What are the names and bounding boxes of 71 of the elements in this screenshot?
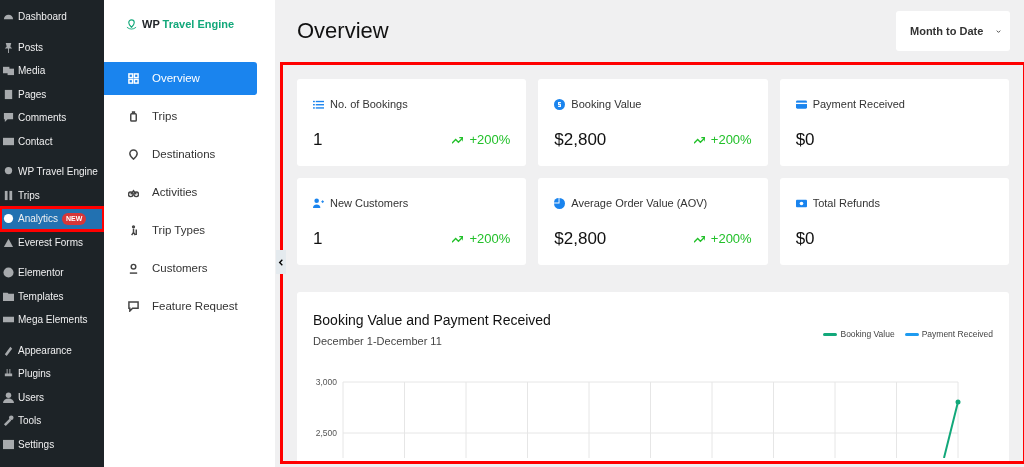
pie-icon: [3, 213, 14, 225]
sidebar-item[interactable]: Contact: [0, 129, 104, 153]
sidebar-item[interactable]: Tools: [0, 409, 104, 433]
nav-item[interactable]: Destinations: [104, 138, 257, 171]
speech-bubble-icon: [3, 112, 14, 124]
stat-label: Booking Value: [571, 97, 642, 112]
nav-item[interactable]: Customers: [104, 252, 257, 285]
sidebar-item[interactable]: Posts: [0, 35, 104, 59]
stat-label: New Customers: [330, 196, 409, 211]
sidebar-item[interactable]: Templates: [0, 284, 104, 308]
nav-item[interactable]: Trips: [104, 100, 257, 133]
trend-value: +200%: [469, 229, 511, 248]
legend-label: Payment Received: [921, 328, 993, 342]
sidebar-item[interactable]: Elementor: [0, 261, 104, 285]
sidebar-item[interactable]: Plugins: [0, 362, 104, 386]
stat-label: Average Order Value (AOV): [571, 196, 708, 211]
location-pin-icon: [128, 149, 139, 160]
nav-item[interactable]: Trip Types: [104, 214, 257, 247]
pie-icon: [554, 197, 566, 209]
chart-subtitle: December 1-December 11: [313, 334, 443, 349]
users-plus-icon: [313, 197, 324, 209]
stat-label: Payment Received: [812, 97, 905, 112]
sidebar-item[interactable]: Trips: [0, 183, 104, 207]
sidebar-item[interactable]: Appearance: [0, 338, 104, 362]
luggage-icon: [128, 111, 139, 122]
sidebar-item[interactable]: Everest Forms: [0, 230, 104, 254]
sidebar-item[interactable]: Media: [0, 59, 104, 83]
sidebar-item[interactable]: Pages: [0, 82, 104, 106]
sidebar-item[interactable]: Dashboard: [0, 5, 104, 29]
stat-value: 1: [313, 227, 323, 250]
nav-item[interactable]: Activities: [104, 176, 257, 209]
y-axis-label: 2,500: [315, 427, 337, 438]
period-dropdown[interactable]: Month to Date: [896, 11, 1010, 51]
logo-text: WP Travel Engine: [142, 16, 235, 32]
nav-item[interactable]: Overview: [104, 62, 257, 95]
sidebar-item[interactable]: WP Travel Engine: [0, 160, 104, 184]
stat-value: $0: [795, 128, 815, 151]
legend-label: Booking Value: [840, 328, 895, 342]
stat-value: $0: [795, 227, 815, 250]
page-title: Overview: [297, 17, 389, 45]
user-icon: [3, 391, 14, 403]
sidebar-item[interactable]: Mega Elements: [0, 308, 104, 332]
page-icon: [3, 88, 14, 100]
hiker-icon: [128, 225, 139, 236]
y-axis-label: 3,000: [315, 376, 337, 387]
trend-value: +200%: [710, 229, 752, 248]
location-pin-icon: [126, 18, 137, 30]
user-icon: [128, 263, 139, 274]
sidebar-item[interactable]: Users: [0, 385, 104, 409]
pin-icon: [3, 41, 14, 53]
folder-icon: [3, 290, 14, 302]
chat-icon: [128, 301, 139, 312]
stat-value: $2,800: [554, 128, 607, 151]
collapse-button[interactable]: [276, 250, 286, 274]
cash-icon: [795, 197, 807, 209]
stat-label: No. of Bookings: [330, 97, 408, 112]
wrench-icon: [3, 415, 14, 427]
booking-value-line-drawing: [943, 399, 961, 458]
sidebar-item[interactable]: Comments: [0, 106, 104, 130]
list-icon: [313, 98, 324, 110]
nav-item[interactable]: Feature Request: [104, 290, 257, 323]
stat-value: 1: [313, 128, 323, 151]
bicycle-icon: [128, 187, 139, 198]
trend-value: +200%: [710, 130, 752, 149]
stat-value: $2,800: [554, 227, 607, 250]
dollar-coin-icon: [554, 98, 566, 110]
trend-value: +200%: [469, 130, 511, 149]
stat-label: Total Refunds: [812, 196, 880, 211]
chart-title: Booking Value and Payment Received: [313, 311, 551, 330]
card-icon: [795, 98, 807, 110]
sidebar-item[interactable]: Settings: [0, 432, 104, 456]
